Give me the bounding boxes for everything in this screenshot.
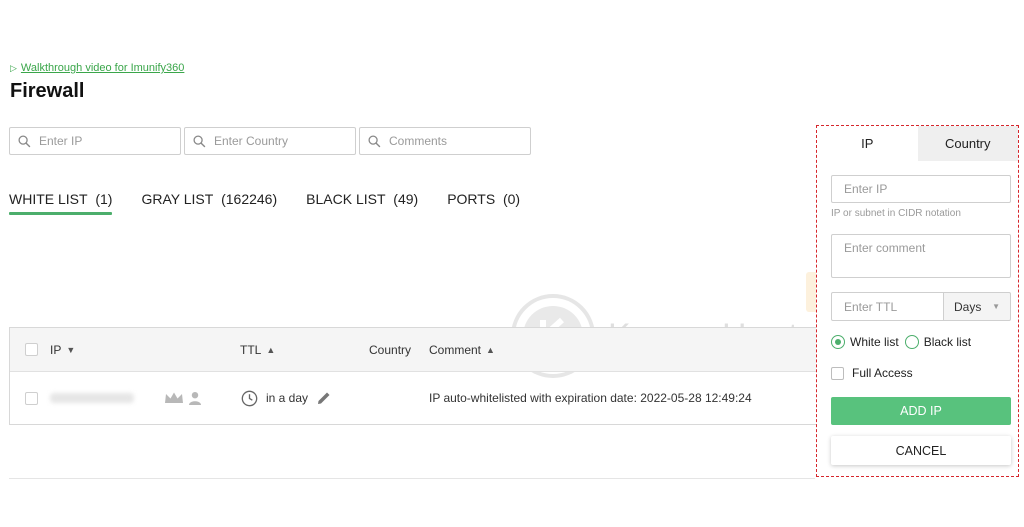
ttl-unit-value: Days xyxy=(954,299,982,314)
ttl-field[interactable] xyxy=(831,292,944,321)
table-header: IP ▼ TTL ▲︎ Country Comment ▲ xyxy=(10,328,839,372)
country-filter-input[interactable] xyxy=(214,134,344,148)
search-icon xyxy=(193,134,206,147)
tab-ports-label: PORTS xyxy=(447,191,496,207)
walkthrough-link-text[interactable]: Walkthrough video for Imunify360 xyxy=(21,62,184,74)
country-column-header: Country xyxy=(369,328,411,371)
radio-unchecked-icon xyxy=(904,335,919,349)
comments-filter-input[interactable] xyxy=(389,134,519,148)
blurred-ip-value xyxy=(50,393,134,403)
row-select-cell xyxy=(25,372,38,424)
black-list-label: Black list xyxy=(923,335,972,349)
ttl-column-label: TTL xyxy=(240,342,262,357)
sort-icon: ▲ xyxy=(486,344,495,355)
ip-cell xyxy=(50,372,134,424)
play-icon: ▷ xyxy=(10,62,17,73)
divider xyxy=(9,478,815,479)
whitelist-table: IP ▼ TTL ▲︎ Country Comment ▲ in a day IP a… xyxy=(9,327,839,425)
ip-filter-input[interactable] xyxy=(39,134,169,148)
full-access-label: Full Access xyxy=(852,366,913,380)
ip-hint: IP or subnet in CIDR notation xyxy=(831,208,961,219)
tab-white-list[interactable]: WHITE LIST (1) xyxy=(9,191,113,215)
tab-gray-list[interactable]: GRAY LIST (162246) xyxy=(141,191,277,214)
comment-cell: IP auto-whitelisted with expiration date… xyxy=(429,372,752,424)
search-icon xyxy=(368,134,381,147)
add-ip-panel: IP Country IP or subnet in CIDR notation… xyxy=(816,125,1019,477)
panel-tabs: IP Country xyxy=(817,126,1018,161)
tab-black-list-label: BLACK LIST xyxy=(306,191,386,207)
sort-down-icon: ▼ xyxy=(66,344,76,355)
tab-country[interactable]: Country xyxy=(917,126,1018,161)
chevron-down-icon: ▼ xyxy=(992,302,1000,311)
pencil-icon[interactable] xyxy=(316,390,332,406)
sort-icon: ▲︎ xyxy=(266,344,276,355)
walkthrough-link[interactable]: ▷ Walkthrough video for Imunify360 xyxy=(10,62,184,74)
ttl-unit-select[interactable]: Days ▼ xyxy=(944,292,1011,321)
comment-column-label: Comment xyxy=(429,342,482,357)
country-filter[interactable] xyxy=(184,127,356,155)
ip-filter[interactable] xyxy=(9,127,181,155)
radio-checked-icon xyxy=(831,335,845,349)
comment-field[interactable] xyxy=(831,234,1011,278)
tab-white-list-count: (1) xyxy=(95,191,113,207)
select-all-checkbox[interactable] xyxy=(25,343,38,356)
row-checkbox[interactable] xyxy=(25,391,38,405)
ip-column-header[interactable]: IP ▼ xyxy=(50,328,75,371)
filter-bar xyxy=(9,127,531,155)
page-title: Firewall xyxy=(10,80,85,102)
full-access-option[interactable]: Full Access xyxy=(831,366,913,380)
ip-column-label: IP xyxy=(50,342,62,357)
tab-black-list[interactable]: BLACK LIST (49) xyxy=(306,191,418,214)
search-icon xyxy=(18,134,31,147)
list-type-radios: White list Black list xyxy=(831,335,971,349)
clock-icon xyxy=(241,390,258,406)
cancel-button[interactable]: CANCEL xyxy=(831,436,1011,465)
tab-black-list-count: (49) xyxy=(393,191,419,207)
country-column-label: Country xyxy=(369,342,412,357)
ttl-value: in a day xyxy=(266,391,309,405)
select-all-cell xyxy=(25,328,38,371)
ttl-column-header[interactable]: TTL ▲︎ xyxy=(240,328,275,371)
comment-value: IP auto-whitelisted with expiration date… xyxy=(429,391,752,405)
ip-flags-cell xyxy=(164,372,202,424)
tab-ip[interactable]: IP xyxy=(817,126,918,161)
full-access-checkbox[interactable] xyxy=(831,366,844,380)
ttl-group: Days ▼ xyxy=(831,292,1011,321)
tab-white-list-label: WHITE LIST xyxy=(9,191,88,207)
list-tabs: WHITE LIST (1) GRAY LIST (162246) BLACK … xyxy=(9,191,520,215)
tab-gray-list-label: GRAY LIST xyxy=(141,191,214,207)
ttl-cell: in a day xyxy=(241,372,332,424)
comments-filter[interactable] xyxy=(359,127,531,155)
ip-field[interactable] xyxy=(831,175,1011,203)
black-list-radio[interactable]: Black list xyxy=(904,335,972,349)
tab-gray-list-count: (162246) xyxy=(221,191,278,207)
crown-icon xyxy=(165,392,183,403)
table-row[interactable]: in a day IP auto-whitelisted with expira… xyxy=(10,372,839,424)
user-icon xyxy=(189,392,201,405)
comment-input[interactable] xyxy=(832,235,1010,277)
ip-input[interactable] xyxy=(832,176,1010,202)
white-list-radio[interactable]: White list xyxy=(831,335,899,349)
add-ip-button[interactable]: ADD IP xyxy=(831,397,1011,425)
tab-ports[interactable]: PORTS (0) xyxy=(447,191,520,214)
comment-column-header[interactable]: Comment ▲ xyxy=(429,328,495,371)
ttl-input[interactable] xyxy=(832,293,943,320)
tab-ports-count: (0) xyxy=(502,191,521,207)
white-list-label: White list xyxy=(850,335,899,349)
